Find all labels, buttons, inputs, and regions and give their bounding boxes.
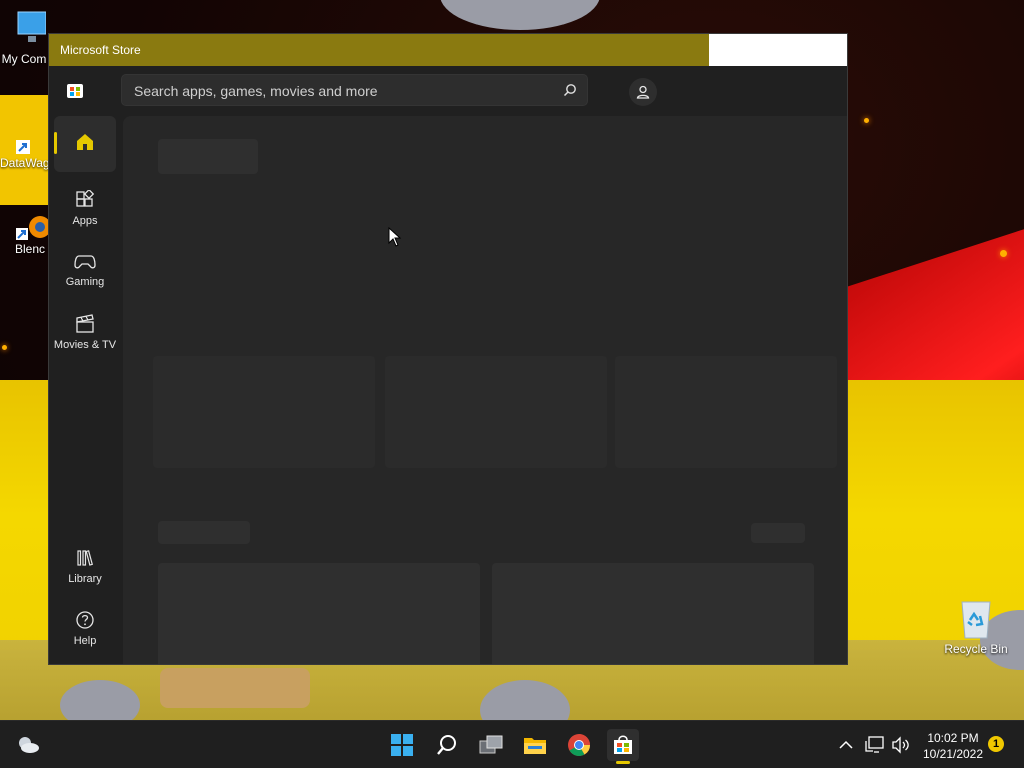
nav-label: Movies & TV — [53, 338, 117, 351]
desktop-icon-label: Recycle Bin — [944, 642, 1008, 656]
gamepad-icon — [74, 254, 96, 268]
search-input[interactable] — [132, 75, 556, 107]
show-hidden-icons-button[interactable] — [832, 729, 860, 761]
wallpaper-spark — [1000, 250, 1007, 257]
clock-date: 10/21/2022 — [922, 747, 984, 761]
desktop-icon-label: DataWag — [0, 156, 50, 170]
skeleton-section-heading-placeholder — [158, 521, 250, 544]
nav-library[interactable]: Library — [54, 538, 116, 594]
account-button[interactable] — [629, 78, 657, 106]
desktop-icon-my-computer[interactable]: My Com — [0, 10, 48, 66]
volume-button[interactable] — [887, 729, 915, 761]
notification-badge[interactable]: 1 — [988, 736, 1004, 752]
window-title: Microsoft Store — [60, 43, 141, 57]
desktop-icon-label: Blenc — [14, 242, 46, 256]
computer-icon — [17, 11, 46, 42]
recycle-bin-icon — [961, 601, 991, 639]
home-icon — [77, 133, 93, 150]
file-explorer-button[interactable] — [519, 729, 551, 761]
wallpaper-object — [160, 668, 310, 708]
nav-label: Gaming — [65, 275, 105, 288]
microsoft-store-taskbar-button[interactable] — [607, 729, 639, 764]
wallpaper-spark — [864, 118, 869, 123]
store-logo-icon — [67, 84, 83, 98]
volume-icon — [892, 736, 909, 754]
folder-icon — [524, 738, 546, 754]
taskbar-search-button[interactable] — [431, 729, 463, 761]
taskbar: 10:02 PM 10/21/2022 — [0, 720, 1024, 768]
user-icon — [636, 85, 650, 99]
skeleton-card-placeholder — [615, 356, 837, 468]
titlebar-controls-area — [709, 34, 847, 66]
desktop-icon-blender[interactable]: Blenc — [8, 214, 52, 256]
store-bag-icon — [614, 735, 632, 754]
nav-apps[interactable]: Apps — [54, 180, 116, 236]
clock-time: 10:02 PM — [927, 731, 979, 745]
skeleton-tile-placeholder — [158, 563, 480, 664]
search-box[interactable] — [121, 74, 588, 107]
weather-widget-button[interactable] — [12, 729, 44, 761]
nav-label: Library — [68, 572, 102, 585]
task-view-icon — [479, 735, 503, 754]
shortcut-arrow-icon — [16, 140, 30, 154]
windows-logo-icon — [391, 734, 413, 756]
window-titlebar[interactable]: Microsoft Store — [49, 34, 847, 66]
nav-home[interactable] — [54, 116, 116, 172]
skeleton-card-placeholder — [153, 356, 375, 468]
nav-help[interactable]: Help — [54, 600, 116, 656]
desktop-icon-recycle-bin[interactable]: Recycle Bin — [938, 598, 1014, 656]
nav-label: Apps — [72, 214, 98, 227]
help-icon — [76, 610, 94, 629]
apps-icon — [76, 189, 95, 207]
task-view-button[interactable] — [475, 729, 507, 761]
skeleton-tile-placeholder — [492, 563, 814, 664]
desktop-icon-datawag[interactable]: DataWag — [0, 140, 50, 170]
start-button[interactable] — [386, 729, 418, 761]
mouse-cursor-icon — [388, 227, 402, 247]
skeleton-see-all-placeholder — [751, 523, 805, 543]
store-header — [49, 66, 847, 116]
wallpaper-spark — [2, 345, 7, 350]
network-icon — [865, 736, 884, 753]
clapperboard-icon — [76, 313, 94, 333]
blender-icon — [16, 216, 50, 240]
skeleton-card-placeholder — [385, 356, 607, 468]
navigation-sidebar: Apps Gaming Movies & TV Library Help — [49, 116, 121, 664]
clock[interactable]: 10:02 PM 10/21/2022 — [918, 730, 988, 762]
nav-gaming[interactable]: Gaming — [54, 242, 116, 298]
search-icon — [437, 735, 456, 755]
skeleton-title-placeholder — [158, 139, 258, 174]
chrome-button[interactable] — [563, 729, 595, 761]
network-status-button[interactable] — [861, 729, 889, 761]
library-icon — [77, 549, 93, 566]
nav-label: Help — [73, 634, 97, 647]
chrome-icon — [568, 734, 590, 756]
wallpaper-rock — [440, 0, 600, 30]
weather-cloud-icon — [19, 737, 39, 753]
desktop-icon-label: My Com — [1, 52, 47, 66]
microsoft-store-window: Microsoft Store Search apps, games, movi… — [48, 33, 848, 665]
store-content-area — [123, 116, 847, 664]
nav-movies-tv[interactable]: Movies & TV — [54, 304, 116, 360]
chevron-up-icon — [839, 740, 853, 749]
search-icon[interactable] — [563, 83, 577, 97]
